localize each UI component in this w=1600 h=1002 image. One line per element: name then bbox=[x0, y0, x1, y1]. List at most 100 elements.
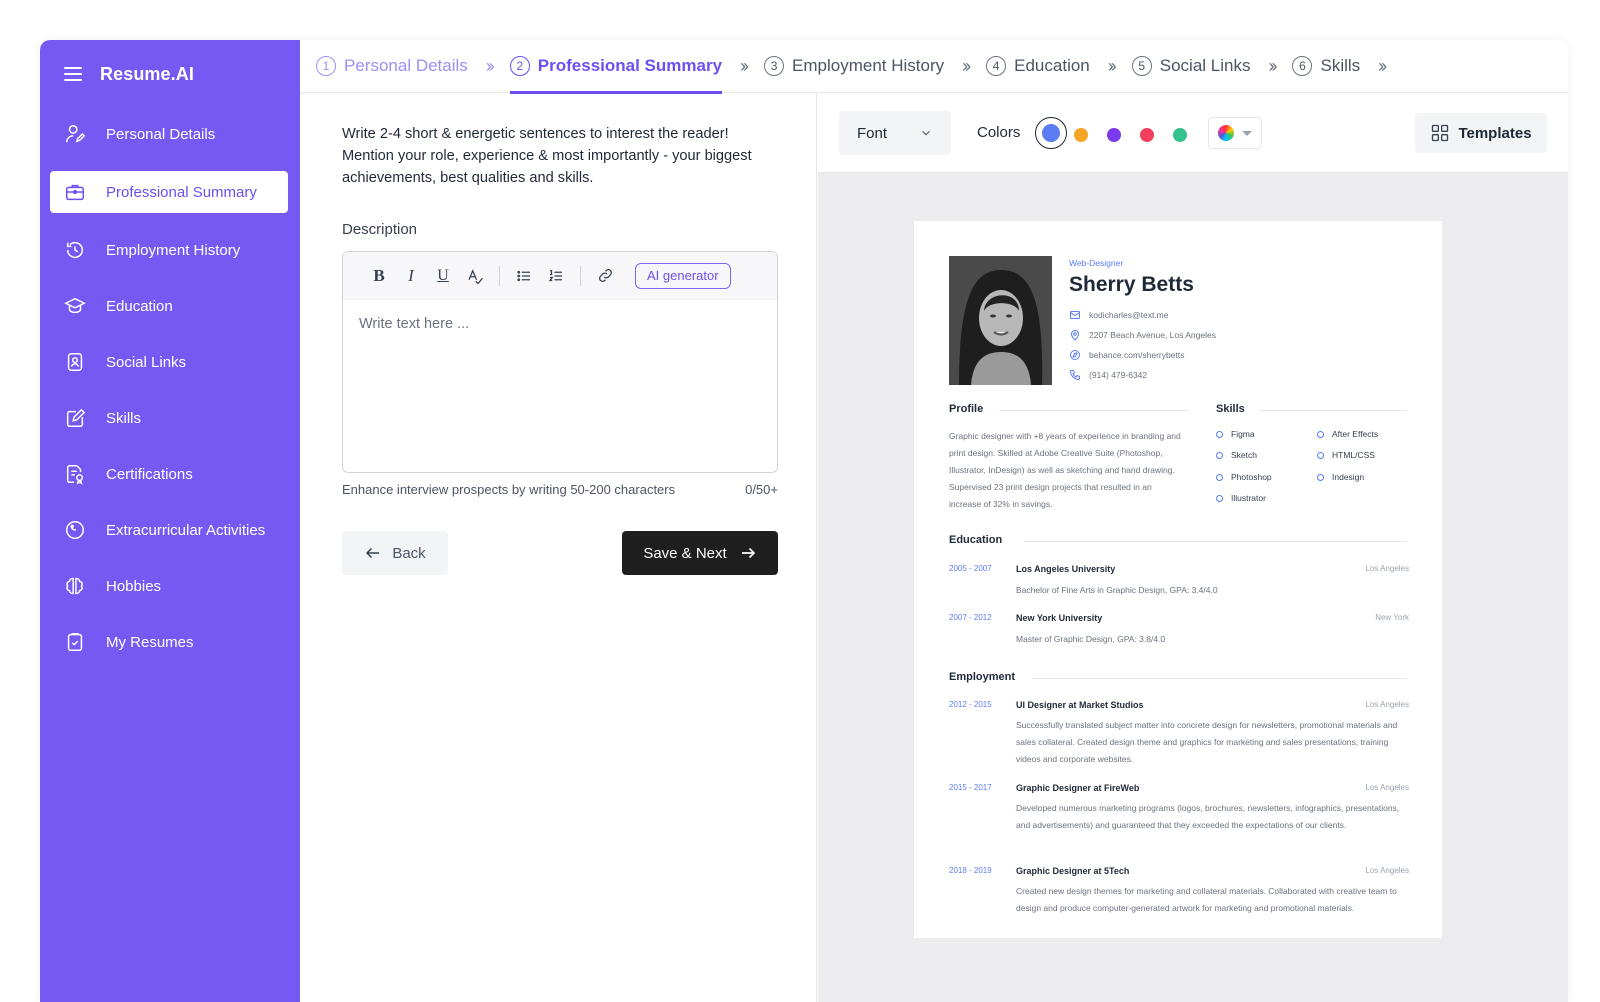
sidebar-item-social-links[interactable]: Social Links bbox=[50, 341, 288, 383]
bullet-icon bbox=[1317, 473, 1324, 481]
brand: Resume.AI bbox=[64, 62, 194, 86]
step-number: 3 bbox=[764, 56, 785, 76]
font-dropdown[interactable]: Font bbox=[839, 111, 951, 155]
bold-icon[interactable]: B bbox=[363, 260, 395, 292]
entry-dates: 2012 - 2015 bbox=[949, 700, 992, 709]
bullet-icon bbox=[1216, 430, 1223, 438]
contact-address-text: 2207 Beach Avenue, Los Angeles bbox=[1089, 330, 1216, 340]
back-button[interactable]: Back bbox=[342, 531, 448, 575]
contact-website: behance.com/sherrybetts bbox=[1069, 349, 1184, 361]
globe-icon bbox=[1070, 350, 1080, 360]
location-pin-icon bbox=[1070, 330, 1080, 341]
step-skills[interactable]: 6 Skills bbox=[1292, 40, 1360, 93]
numbered-list-icon[interactable] bbox=[540, 260, 572, 292]
step-education[interactable]: 4 Education bbox=[986, 40, 1090, 93]
skill-item: Figma bbox=[1216, 429, 1255, 439]
chevron-down-icon bbox=[922, 130, 930, 136]
app-name: Resume.AI bbox=[100, 63, 194, 84]
divider bbox=[1260, 410, 1407, 411]
sidebar-item-extracurricular-activities[interactable]: Extracurricular Activities bbox=[50, 509, 288, 551]
sidebar-item-skills[interactable]: Skills bbox=[50, 397, 288, 439]
bullet-icon bbox=[1216, 451, 1223, 459]
skill-name: Indesign bbox=[1332, 472, 1365, 482]
divider bbox=[999, 410, 1189, 411]
sidebar-item-employment-history[interactable]: Employment History bbox=[50, 229, 288, 271]
step-social-links[interactable]: 5 Social Links bbox=[1131, 40, 1250, 93]
sidebar-item-education[interactable]: Education bbox=[50, 285, 288, 327]
clipboard-check-icon bbox=[64, 631, 86, 653]
link-icon[interactable] bbox=[589, 260, 621, 292]
color-swatch-red[interactable] bbox=[1140, 128, 1154, 142]
font-label: Font bbox=[857, 124, 888, 142]
skill-name: HTML/CSS bbox=[1332, 450, 1375, 460]
entry-description: Developed numerous marketing programs (l… bbox=[1016, 803, 1400, 830]
ai-generator-button[interactable]: AI generator bbox=[635, 262, 731, 289]
entry-dates: 2018 - 2019 bbox=[949, 866, 992, 875]
sidebar-item-label: Skills bbox=[106, 409, 142, 427]
hamburger-menu-icon[interactable] bbox=[64, 67, 82, 81]
description-label: Description bbox=[342, 221, 418, 238]
sidebar-item-hobbies[interactable]: Hobbies bbox=[50, 565, 288, 607]
education-heading: Education bbox=[949, 534, 1003, 546]
color-swatch-blue-selected[interactable] bbox=[1035, 117, 1067, 149]
certificate-icon bbox=[64, 463, 86, 485]
brain-icon bbox=[64, 575, 86, 597]
color-wheel-icon bbox=[1218, 125, 1234, 141]
chevrons-right-icon: ›› bbox=[485, 55, 495, 76]
history-icon bbox=[64, 239, 86, 261]
step-employment-history[interactable]: 3 Employment History bbox=[764, 40, 944, 93]
chevrons-right-icon: ›› bbox=[1107, 55, 1117, 76]
skill-name: After Effects bbox=[1332, 429, 1379, 439]
step-personal-details[interactable]: 1 Personal Details bbox=[316, 40, 468, 93]
preview-toolbar: Font Colors Templates bbox=[818, 93, 1568, 173]
phone-icon bbox=[1069, 370, 1080, 381]
step-number: 2 bbox=[509, 56, 530, 76]
divider bbox=[1032, 678, 1407, 679]
step-label: Personal Details bbox=[344, 56, 468, 75]
entry-title: UI Designer at Market Studios bbox=[1016, 700, 1144, 710]
entry-title: Los Angeles University bbox=[1016, 564, 1116, 574]
character-counter: 0/50+ bbox=[745, 482, 778, 497]
sidebar-item-certifications[interactable]: Certifications bbox=[50, 453, 288, 495]
sidebar-item-my-resumes[interactable]: My Resumes bbox=[50, 621, 288, 663]
arrow-right-icon bbox=[741, 547, 755, 559]
entry-location: Los Angeles bbox=[1365, 783, 1409, 792]
skill-name: Figma bbox=[1231, 429, 1255, 439]
color-swatch-orange[interactable] bbox=[1074, 128, 1088, 142]
back-label: Back bbox=[392, 544, 426, 562]
entry-description: Created new design themes for marketing … bbox=[1016, 886, 1397, 913]
color-swatch-purple[interactable] bbox=[1107, 128, 1121, 142]
social-badge-icon bbox=[64, 351, 86, 373]
skill-item: Indesign bbox=[1317, 472, 1364, 482]
sidebar-item-professional-summary[interactable]: Professional Summary bbox=[50, 171, 288, 213]
sidebar-item-personal-details[interactable]: Personal Details bbox=[50, 113, 288, 155]
bullet-icon bbox=[1216, 473, 1223, 481]
arrow-left-icon bbox=[366, 547, 380, 559]
italic-icon[interactable]: I bbox=[395, 260, 427, 292]
form-intro: Write 2-4 short & energetic sentences to… bbox=[342, 126, 752, 186]
toolbar-divider bbox=[580, 265, 581, 286]
entry-dates: 2007 - 2012 bbox=[949, 613, 992, 622]
bullet-list-icon[interactable] bbox=[508, 260, 540, 292]
color-swatch-green[interactable] bbox=[1173, 128, 1187, 142]
sidebar-item-label: Certifications bbox=[106, 465, 193, 483]
entry-dates: 2005 - 2007 bbox=[949, 564, 992, 573]
description-textarea[interactable]: Write text here ... bbox=[343, 300, 777, 348]
entry-title: Graphic Designer at FireWeb bbox=[1016, 783, 1140, 793]
skills-heading: Skills bbox=[1216, 403, 1245, 415]
templates-button[interactable]: Templates bbox=[1415, 113, 1547, 153]
entry-location: Los Angeles bbox=[1365, 866, 1409, 875]
spellcheck-icon[interactable] bbox=[459, 260, 491, 292]
pencil-circle-icon bbox=[64, 407, 86, 429]
contact-website-text: behance.com/sherrybetts bbox=[1089, 350, 1185, 360]
chevrons-right-icon: ›› bbox=[1268, 55, 1277, 76]
resume-preview-panel: Font Colors Templates Web-Designer Sherr… bbox=[818, 93, 1568, 1002]
skill-item: HTML/CSS bbox=[1317, 450, 1375, 460]
helper-text: Enhance interview prospects by writing 5… bbox=[342, 482, 676, 497]
step-professional-summary[interactable]: 2 Professional Summary bbox=[509, 40, 723, 94]
chevrons-right-icon: ›› bbox=[1378, 55, 1387, 76]
save-next-button[interactable]: Save & Next bbox=[622, 531, 778, 575]
underline-icon[interactable]: U bbox=[427, 260, 459, 292]
custom-color-picker[interactable] bbox=[1208, 117, 1262, 149]
sidebar-item-label: Social Links bbox=[106, 353, 187, 371]
